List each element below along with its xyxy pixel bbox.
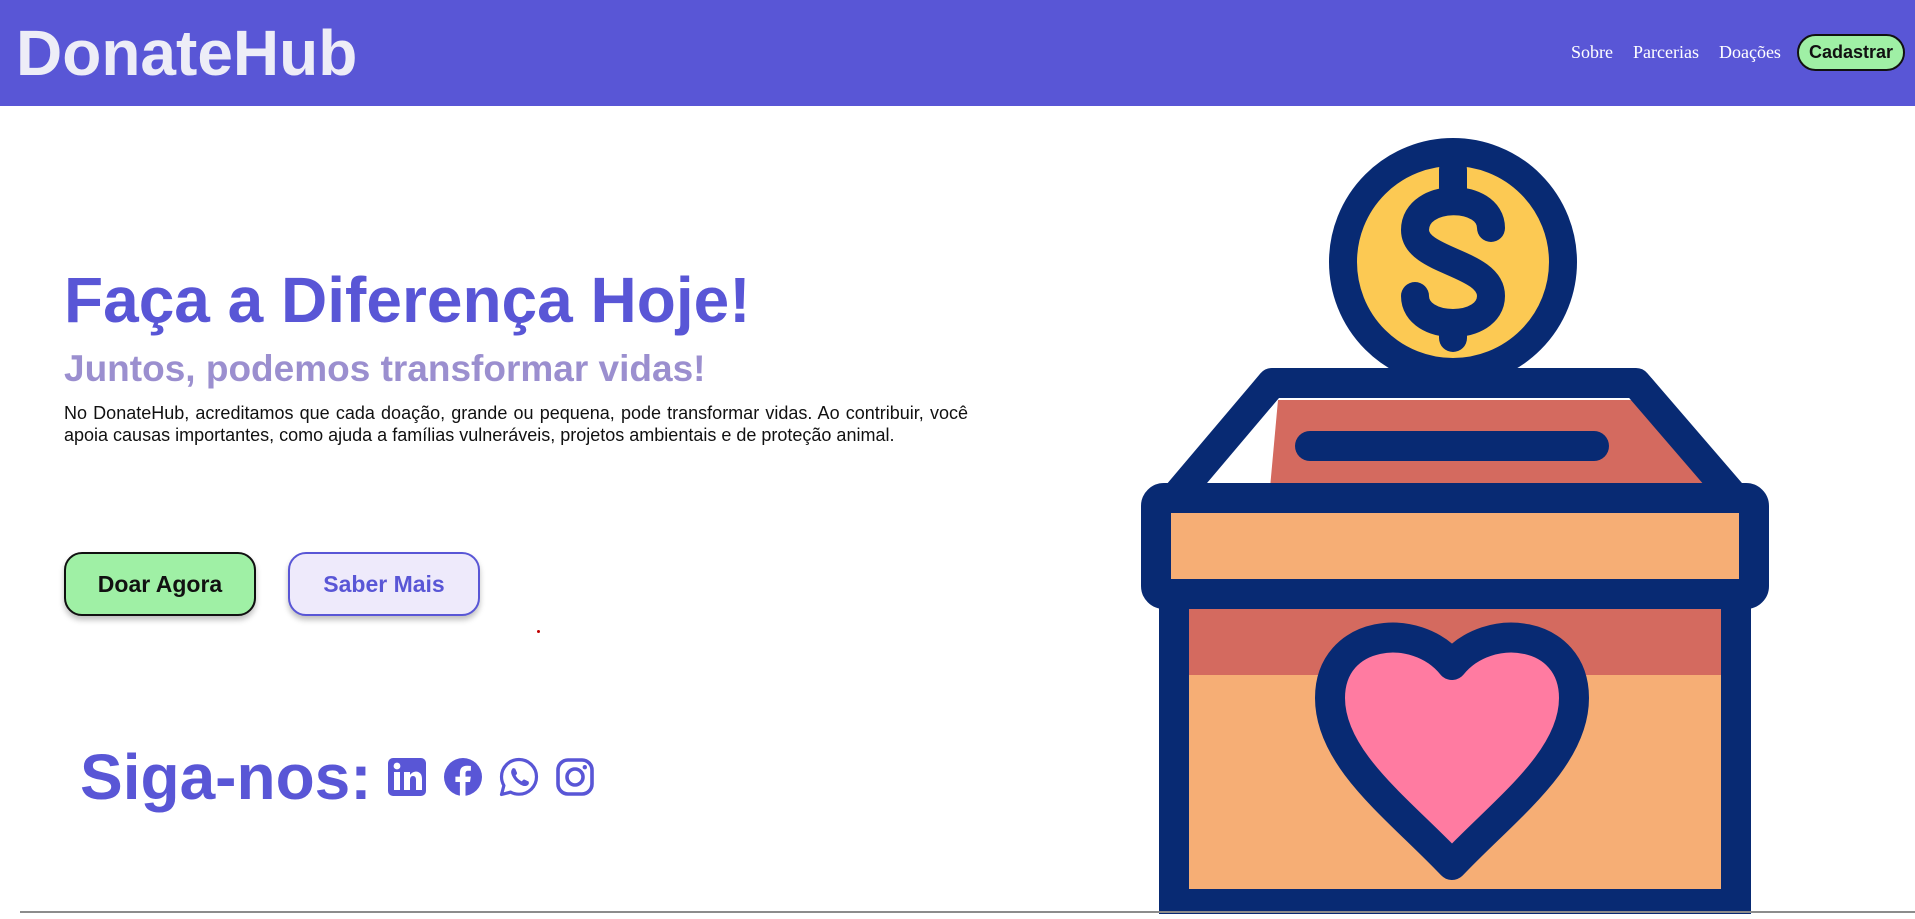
donate-now-button[interactable]: Doar Agora bbox=[64, 552, 256, 616]
nav-link-sobre[interactable]: Sobre bbox=[1571, 42, 1613, 63]
hero-paragraph: No DonateHub, acreditamos que cada doaçã… bbox=[64, 403, 968, 445]
social-label: Siga-nos: bbox=[80, 741, 372, 813]
hero-buttons: Doar Agora Saber Mais bbox=[64, 552, 480, 616]
red-dot bbox=[537, 630, 540, 633]
hero-title: Faça a Diferença Hoje! bbox=[64, 264, 751, 336]
nav-link-parcerias[interactable]: Parcerias bbox=[1633, 42, 1699, 63]
logo[interactable]: DonateHub bbox=[16, 14, 357, 92]
linkedin-icon[interactable] bbox=[386, 756, 428, 798]
nav-link-doacoes[interactable]: Doações bbox=[1719, 42, 1781, 63]
site-header: DonateHub Sobre Parcerias Doações Cadast… bbox=[0, 0, 1915, 106]
whatsapp-icon[interactable] bbox=[498, 756, 540, 798]
hero-subtitle: Juntos, podemos transformar vidas! bbox=[64, 348, 706, 389]
register-button[interactable]: Cadastrar bbox=[1796, 34, 1905, 71]
facebook-icon[interactable] bbox=[442, 756, 484, 798]
hero-section: Faça a Diferença Hoje! Juntos, podemos t… bbox=[64, 262, 968, 446]
bottom-divider bbox=[20, 911, 1915, 913]
social-section: Siga-nos: bbox=[80, 738, 596, 816]
main-nav: Sobre Parcerias Doações Cadastrar bbox=[1551, 34, 1905, 71]
instagram-icon[interactable] bbox=[554, 756, 596, 798]
donation-box-icon bbox=[1140, 130, 1780, 919]
learn-more-button[interactable]: Saber Mais bbox=[288, 552, 480, 616]
